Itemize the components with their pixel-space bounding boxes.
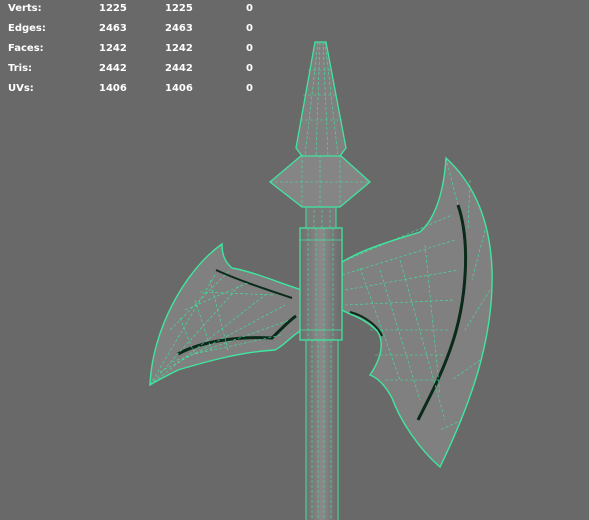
mesh-neck[interactable] <box>305 204 337 229</box>
hud-value-col-1: 2463 <box>99 23 127 34</box>
hud-value-col-1: 1242 <box>99 43 127 54</box>
hud-value-col-2: 2442 <box>165 63 193 74</box>
hud-label: Tris: <box>8 63 33 74</box>
hud-value-col-3: 0 <box>246 43 253 54</box>
hud-row-uvs: UVs: 1406 1406 0 <box>0 82 300 102</box>
hud-value-col-1: 1225 <box>99 3 127 14</box>
hud-row-faces: Faces: 1242 1242 0 <box>0 42 300 62</box>
poly-count-hud: Verts: 1225 1225 0 Edges: 2463 2463 0 Faces: 1242… <box>0 0 300 100</box>
hud-value-col-2: 1242 <box>165 43 193 54</box>
mesh-grip[interactable] <box>299 227 343 341</box>
hud-value-col-2: 2463 <box>165 23 193 34</box>
mesh-diamond-ornament[interactable] <box>268 154 371 208</box>
hud-value-col-3: 0 <box>246 3 253 14</box>
hud-value-col-2: 1225 <box>165 3 193 14</box>
hud-value-col-3: 0 <box>246 23 253 34</box>
mesh-right-blade[interactable] <box>341 156 493 469</box>
hud-value-col-1: 1406 <box>99 83 127 94</box>
mesh-spike-tip[interactable] <box>295 41 347 157</box>
hud-value-col-1: 2442 <box>99 63 127 74</box>
hud-value-col-2: 1406 <box>165 83 193 94</box>
hud-value-col-3: 0 <box>246 83 253 94</box>
hud-value-col-3: 0 <box>246 63 253 74</box>
hud-label: Verts: <box>8 3 42 14</box>
hud-label: Faces: <box>8 43 44 54</box>
hud-row-verts: Verts: 1225 1225 0 <box>0 2 300 22</box>
hud-row-tris: Tris: 2442 2442 0 <box>0 62 300 82</box>
mesh-left-blade[interactable] <box>149 242 303 387</box>
hud-label: Edges: <box>8 23 46 34</box>
hud-label: UVs: <box>8 83 34 94</box>
mesh-shaft[interactable] <box>305 339 339 520</box>
hud-row-edges: Edges: 2463 2463 0 <box>0 22 300 42</box>
3d-viewport[interactable]: Verts: 1225 1225 0 Edges: 2463 2463 0 Faces: 1242… <box>0 0 589 520</box>
